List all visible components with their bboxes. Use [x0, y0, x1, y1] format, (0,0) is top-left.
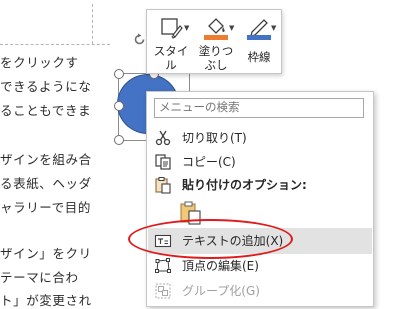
- group-icon: [155, 283, 171, 299]
- chevron-down-icon: ▼: [229, 24, 235, 32]
- document-text-line: ることもできま: [0, 103, 92, 118]
- resize-handle[interactable]: [114, 135, 124, 145]
- annotation-ellipse: [128, 219, 293, 259]
- menu-item-group[interactable]: グループ化(G): [148, 278, 372, 304]
- resize-handle[interactable]: [114, 69, 124, 79]
- shape-style-icon: [161, 18, 183, 39]
- chevron-down-icon: ▼: [184, 24, 190, 32]
- document-text-line: できるようにな: [0, 79, 92, 94]
- fill-button[interactable]: ▼ 塗りつ ぶし: [195, 12, 237, 72]
- style-button[interactable]: ▼ スタイ ル: [150, 12, 192, 72]
- menu-item-label: 切り取り(T): [182, 131, 247, 145]
- document-text-line: ザイン」をクリ: [0, 246, 92, 261]
- paste-icon: [155, 177, 171, 194]
- copy-icon: [155, 154, 171, 170]
- style-label-2: ル: [165, 58, 177, 72]
- edit-points-icon: [155, 258, 171, 273]
- margin-guide-horizontal: [0, 44, 110, 45]
- context-menu: 切り取り(T) コピー(C) 貼り付けのオプション: テキストの追加(X): [146, 91, 374, 307]
- document-text-line: ト」が変更され: [0, 293, 92, 308]
- resize-handle[interactable]: [114, 101, 124, 111]
- menu-search-input[interactable]: [154, 98, 364, 118]
- outline-label: 枠線: [247, 50, 271, 64]
- document-text-line: テーマに合わ: [0, 270, 79, 285]
- mini-toolbar: ▼ スタイ ル ▼ 塗りつ ぶし ▼ 枠線: [146, 9, 282, 74]
- paint-bucket-icon: [204, 18, 228, 40]
- margin-guide-vertical: [92, 4, 93, 44]
- pen-outline-icon: [247, 19, 271, 40]
- rotate-handle-icon[interactable]: [133, 33, 146, 46]
- chevron-down-icon: ▼: [271, 24, 277, 32]
- document-text-line: をクリックす: [0, 55, 79, 70]
- menu-item-label: 貼り付けのオプション:: [182, 178, 307, 192]
- menu-item-label: グループ化(G): [182, 284, 260, 298]
- document-text-line: ザインを組み合: [0, 152, 92, 167]
- document-text-line: る表紙、ヘッダ: [0, 176, 92, 191]
- menu-item-cut[interactable]: 切り取り(T): [148, 125, 372, 151]
- scissors-icon: [155, 130, 171, 146]
- style-label: スタイ: [153, 44, 189, 58]
- document-text-line: ャラリーで目的: [0, 200, 91, 215]
- outline-button[interactable]: ▼ 枠線: [239, 12, 279, 70]
- fill-label: 塗りつ: [198, 44, 234, 58]
- fill-label-2: ぶし: [204, 58, 228, 72]
- menu-item-paste-options: 貼り付けのオプション:: [148, 172, 372, 198]
